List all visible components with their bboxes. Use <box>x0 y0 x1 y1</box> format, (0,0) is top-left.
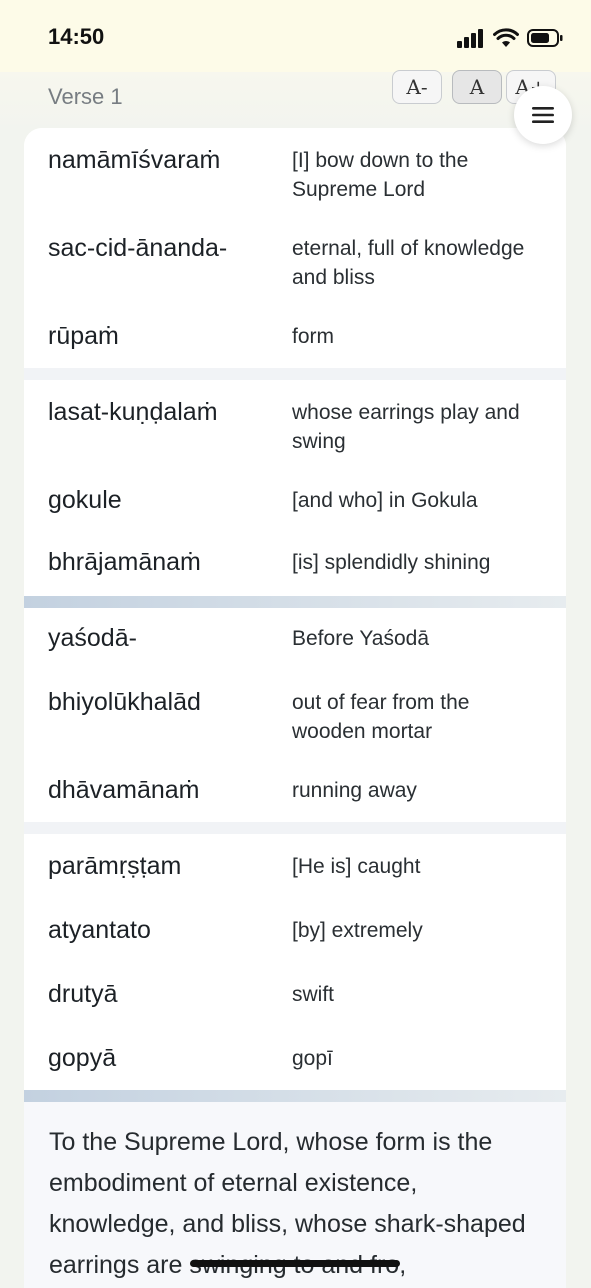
word-group: lasat-kuṇḍalaṁ whose earrings play and s… <box>24 380 566 596</box>
word-meaning: [is] splendidly shining <box>292 551 491 574</box>
word-meaning: swift <box>292 983 334 1006</box>
sanskrit-word: gokule <box>48 486 122 514</box>
sanskrit-word: gopyā <box>48 1044 117 1072</box>
word-meaning: whose earrings play and swing <box>292 401 520 453</box>
word-meaning: [and who] in Gokula <box>292 489 478 512</box>
sanskrit-word: drutyā <box>48 980 118 1008</box>
word-meaning: out of fear from the wooden mortar <box>292 691 470 743</box>
sanskrit-word: sac-cid-ānanda- <box>48 234 228 262</box>
sanskrit-word: namāmīśvaraṁ <box>48 146 221 174</box>
word-meaning: [I] bow down to the Supreme Lord <box>292 149 469 201</box>
word-group: parāmṛṣṭam [He is] caught atyantato [by]… <box>24 834 566 1090</box>
group-divider <box>24 822 566 834</box>
word-by-word-card: namāmīśvaraṁ [I] bow down to the Supreme… <box>24 128 566 1288</box>
sanskrit-word: bhiyolūkhalād <box>48 688 201 716</box>
menu-button[interactable] <box>514 86 572 144</box>
sanskrit-word: yaśodā- <box>48 624 137 652</box>
sanskrit-word: bhrājamānaṁ <box>48 548 201 576</box>
font-decrease-button[interactable]: A- <box>392 70 442 104</box>
group-divider <box>24 596 566 608</box>
word-meaning: [He is] caught <box>292 855 421 878</box>
home-indicator[interactable] <box>190 1260 400 1267</box>
status-bar: 14:50 <box>0 0 591 72</box>
word-group: yaśodā- Before Yaśodā bhiyolūkhalād out … <box>24 608 566 822</box>
cellular-signal-icon <box>457 29 483 48</box>
word-meaning: [by] extremely <box>292 919 423 942</box>
sanskrit-word: parāmṛṣṭam <box>48 852 182 880</box>
status-time: 14:50 <box>48 24 105 49</box>
hamburger-menu-icon <box>532 107 554 123</box>
battery-icon <box>527 29 563 47</box>
word-meaning: form <box>292 325 334 348</box>
word-group: namāmīśvaraṁ [I] bow down to the Supreme… <box>24 128 566 368</box>
sanskrit-word: rūpaṁ <box>48 322 119 350</box>
sanskrit-word: lasat-kuṇḍalaṁ <box>48 398 218 426</box>
sanskrit-word: dhāvamānaṁ <box>48 776 200 804</box>
word-meaning: gopī <box>292 1047 333 1070</box>
group-divider <box>24 368 566 380</box>
word-meaning: running away <box>292 779 417 802</box>
wifi-icon <box>493 28 519 47</box>
verse-label: Verse 1 <box>48 84 123 109</box>
word-meaning: Before Yaśodā <box>292 627 429 650</box>
word-meaning: eternal, full of knowledge and bliss <box>292 237 525 289</box>
group-divider <box>24 1090 566 1102</box>
font-default-button[interactable]: A <box>452 70 502 104</box>
status-icons <box>457 26 563 50</box>
sanskrit-word: atyantato <box>48 916 151 944</box>
